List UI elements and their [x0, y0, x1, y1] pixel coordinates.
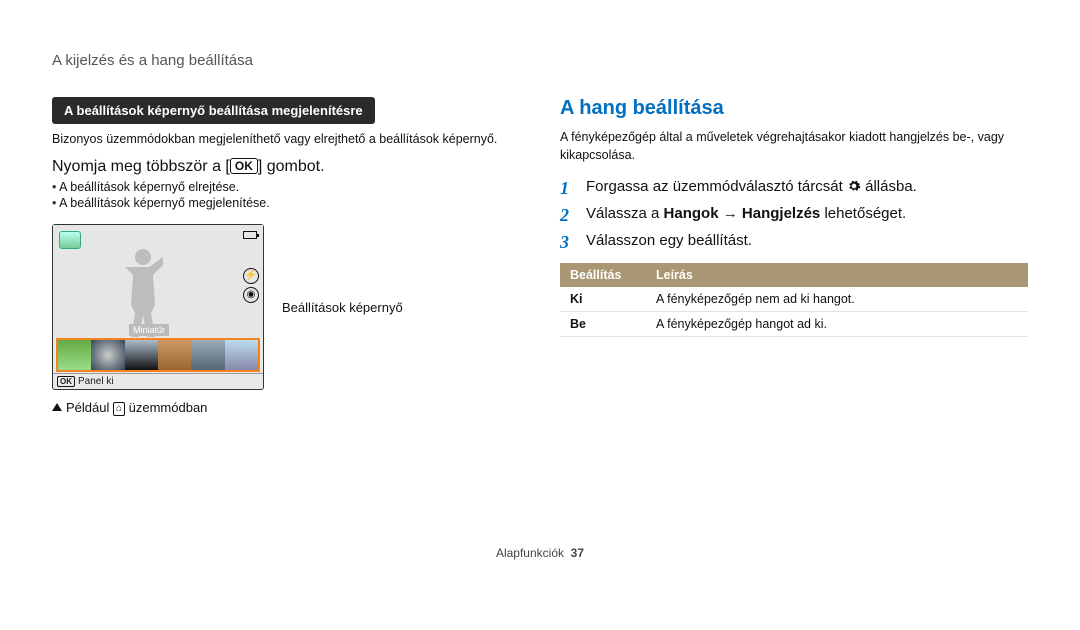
step-3: 3 Válasszon egy beállítást.: [560, 232, 1028, 253]
triangle-icon: [52, 403, 62, 411]
step-number: 2: [560, 205, 576, 226]
section-pill: A beállítások képernyő beállítása megjel…: [52, 97, 375, 124]
breadcrumb: A kijelzés és a hang beállítása: [52, 52, 1028, 69]
battery-icon: [243, 231, 257, 239]
step-1: 1 Forgassa az üzemmódválasztó tárcsát ál…: [560, 178, 1028, 199]
ok-small-icon: OK: [57, 376, 75, 387]
step-number: 1: [560, 178, 576, 199]
step-number: 3: [560, 232, 576, 253]
side-icons: ⚡ ◉: [243, 265, 259, 306]
miniature-label: Miniatűr: [129, 324, 169, 336]
table-header: Beállítás: [560, 263, 646, 287]
list-item: A beállítások képernyő elrejtése.: [52, 180, 520, 194]
mode-icon: ◉: [243, 287, 259, 303]
right-column: A hang beállítása A fényképezőgép által …: [560, 97, 1028, 416]
example-caption: Például ⌂ üzemmódban: [52, 400, 520, 416]
step-list: 1 Forgassa az üzemmódválasztó tárcsát ál…: [560, 178, 1028, 253]
scene-icon: [59, 231, 81, 249]
list-item: A beállítások képernyő megjelenítése.: [52, 196, 520, 210]
table-row: Be A fényképezőgép hangot ad ki.: [560, 312, 1028, 337]
bullet-list: A beállítások képernyő elrejtése. A beál…: [52, 180, 520, 210]
step-2: 2 Válassza a Hangok → Hangjelzés lehetős…: [560, 205, 1028, 226]
person-silhouette-icon: [113, 243, 173, 337]
table-header: Leírás: [646, 263, 1028, 287]
screen-caption: Beállítások képernyő: [282, 300, 403, 315]
panel-bar: OKPanel ki: [53, 373, 263, 389]
table-row: Ki A fényképezőgép nem ad ki hangot.: [560, 287, 1028, 312]
home-icon: ⌂: [113, 402, 125, 416]
gear-icon: [847, 179, 861, 193]
page-footer: Alapfunkciók 37: [0, 546, 1080, 560]
camera-screen-mock: ⚡ ◉ Miniatűr OKPanel ki: [52, 224, 264, 390]
thumbnail-strip: [56, 338, 260, 372]
ok-key-icon: OK: [230, 158, 258, 174]
ok-instruction: Nyomja meg többször a [OK] gombot.: [52, 158, 520, 176]
section-title: A hang beállítása: [560, 97, 1028, 120]
left-intro: Bizonyos üzemmódokban megjeleníthető vag…: [52, 130, 520, 148]
left-column: A beállítások képernyő beállítása megjel…: [52, 97, 520, 416]
flash-icon: ⚡: [243, 268, 259, 284]
settings-table: Beállítás Leírás Ki A fényképezőgép nem …: [560, 263, 1028, 337]
right-intro: A fényképezőgép által a műveletek végreh…: [560, 128, 1028, 164]
